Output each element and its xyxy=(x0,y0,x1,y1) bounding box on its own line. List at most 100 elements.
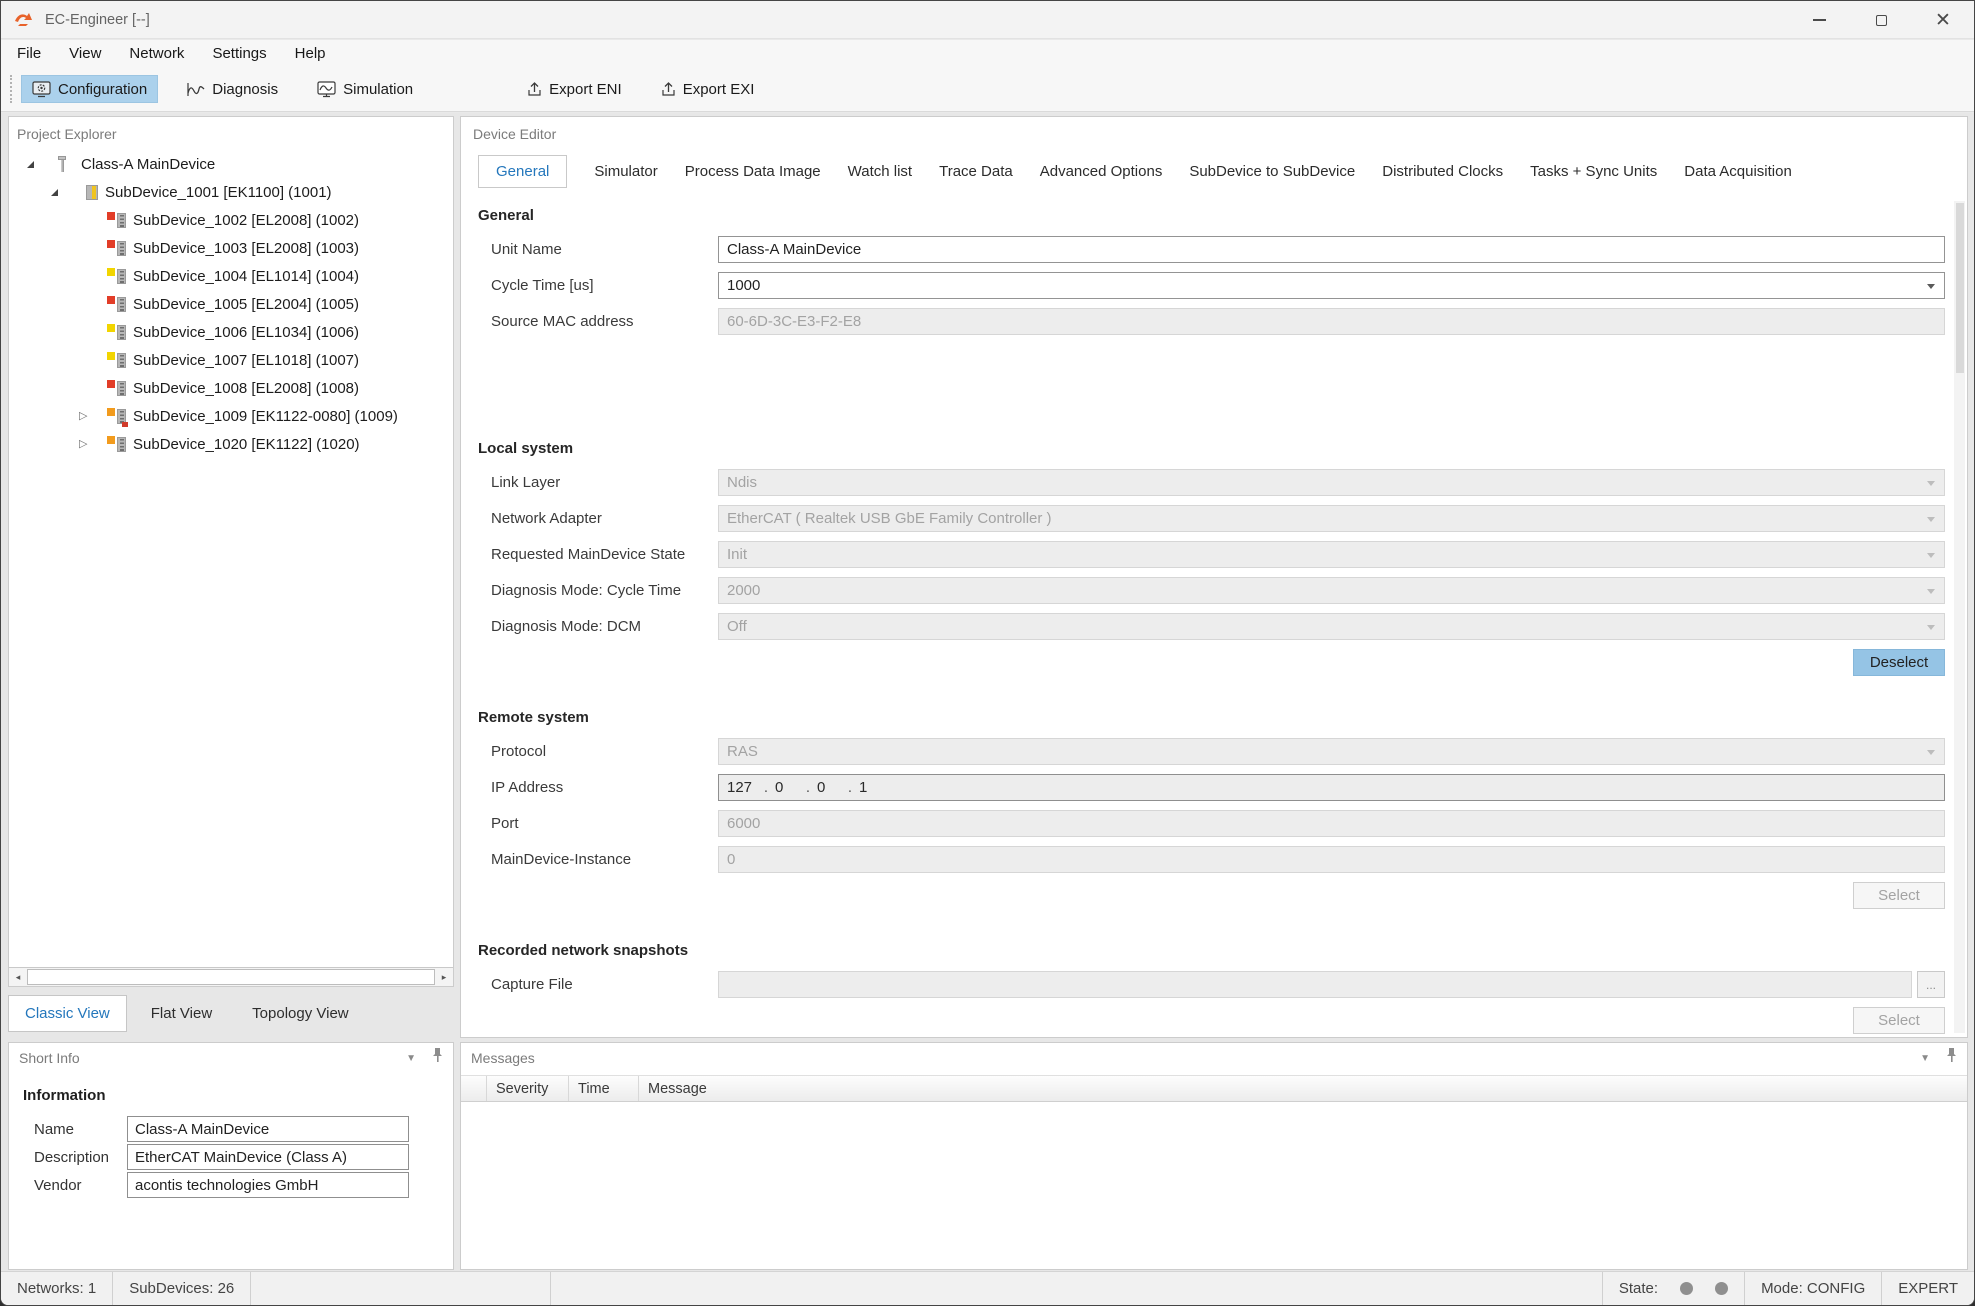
scroll-right-icon[interactable]: ▸ xyxy=(435,968,453,986)
port-input: 6000 xyxy=(718,810,1945,837)
deselect-button[interactable]: Deselect xyxy=(1853,649,1945,676)
editor-vertical-scrollbar[interactable] xyxy=(1954,201,1965,1033)
view-tab-topology-view[interactable]: Topology View xyxy=(236,996,364,1031)
browse-button[interactable]: ... xyxy=(1917,971,1945,998)
diagnosis-button[interactable]: Diagnosis xyxy=(175,75,289,103)
menu-network[interactable]: Network xyxy=(115,42,198,65)
tab-watch-list[interactable]: Watch list xyxy=(848,156,912,187)
simulation-icon xyxy=(317,81,336,98)
collapse-chevron-icon[interactable]: ▼ xyxy=(1920,1053,1930,1064)
info-row-name: NameClass-A MainDevice xyxy=(9,1115,453,1143)
junction-error-icon xyxy=(107,408,127,425)
diagnosis-mode-cycle-time-dropdown: 2000 xyxy=(718,577,1945,604)
tab-trace-data[interactable]: Trace Data xyxy=(939,156,1013,187)
tab-simulator[interactable]: Simulator xyxy=(594,156,657,187)
capture-file-input xyxy=(718,971,1912,998)
tree-item-subdevice-1009[interactable]: ▷SubDevice_1009 [EK1122-0080] (1009) xyxy=(9,402,453,430)
form-row-requested-maindevice-state: Requested MainDevice StateInit xyxy=(478,541,1945,568)
module-red-icon xyxy=(107,212,127,229)
coupler-icon xyxy=(79,184,99,201)
chevron-down-icon xyxy=(1927,589,1935,594)
form-row-diagnosis-mode-dcm: Diagnosis Mode: DCMOff xyxy=(478,613,1945,640)
info-value-vendor[interactable]: acontis technologies GmbH xyxy=(127,1172,409,1198)
messages-col-time[interactable]: Time xyxy=(569,1076,639,1101)
tab-subdevice-to-subdevice[interactable]: SubDevice to SubDevice xyxy=(1189,156,1355,187)
source-mac-address-input: 60-6D-3C-E3-F2-E8 xyxy=(718,308,1945,335)
tree-item-subdevice-1008[interactable]: SubDevice_1008 [EL2008] (1008) xyxy=(9,374,453,402)
unit-name-input[interactable]: Class-A MainDevice xyxy=(718,236,1945,263)
scrollbar-thumb[interactable] xyxy=(27,969,435,985)
junction-icon xyxy=(107,436,127,453)
messages-col-severity[interactable]: Severity xyxy=(487,1076,569,1101)
tree-item-subdevice-1001[interactable]: SubDevice_1001 [EK1100] (1001) xyxy=(9,178,453,206)
tree-item-subdevice-1003[interactable]: SubDevice_1003 [EL2008] (1003) xyxy=(9,234,453,262)
simulation-label: Simulation xyxy=(343,81,413,98)
toolbar-grip[interactable] xyxy=(10,75,13,103)
status-networks: Networks: 1 xyxy=(1,1272,113,1305)
pin-icon[interactable] xyxy=(1946,1048,1957,1068)
tab-data-acquisition[interactable]: Data Acquisition xyxy=(1684,156,1792,187)
scrollbar-thumb[interactable] xyxy=(1956,203,1964,373)
state-label: State: xyxy=(1619,1280,1658,1297)
tree-expanded-icon[interactable] xyxy=(51,189,58,196)
ip-octet[interactable]: 1 xyxy=(859,779,883,796)
tree-item-class-a[interactable]: Class-A MainDevice xyxy=(9,150,453,178)
chevron-down-icon xyxy=(1927,625,1935,630)
ip-octet[interactable]: 127 xyxy=(727,779,757,796)
menu-file[interactable]: File xyxy=(3,42,55,65)
field-label: Requested MainDevice State xyxy=(478,546,718,563)
short-info-panel: Short Info ▼ Information NameClass-A Mai… xyxy=(8,1042,454,1270)
app-window: EC-Engineer [--] ✕ FileViewNetworkSettin… xyxy=(0,0,1975,1306)
tab-process-data-image[interactable]: Process Data Image xyxy=(685,156,821,187)
form-row-unit-name: Unit NameClass-A MainDevice xyxy=(478,236,1945,263)
messages-col-message[interactable]: Message xyxy=(639,1076,1967,1101)
ip-address-input[interactable]: 127.0.0.1 xyxy=(718,774,1945,801)
field-label: IP Address xyxy=(478,779,718,796)
tree-collapsed-icon[interactable]: ▷ xyxy=(79,411,87,422)
tree-item-label: SubDevice_1001 [EK1100] (1001) xyxy=(105,184,332,201)
minimize-button[interactable] xyxy=(1788,1,1850,39)
tree-item-subdevice-1002[interactable]: SubDevice_1002 [EL2008] (1002) xyxy=(9,206,453,234)
pin-icon[interactable] xyxy=(432,1048,443,1068)
export-exi-button[interactable]: Export EXI xyxy=(650,75,766,103)
tree-item-subdevice-1007[interactable]: SubDevice_1007 [EL1018] (1007) xyxy=(9,346,453,374)
ip-octet[interactable]: 0 xyxy=(817,779,841,796)
tree-item-subdevice-1005[interactable]: SubDevice_1005 [EL2004] (1005) xyxy=(9,290,453,318)
ip-octet[interactable]: 0 xyxy=(775,779,799,796)
tab-distributed-clocks[interactable]: Distributed Clocks xyxy=(1382,156,1503,187)
select-button[interactable]: Select xyxy=(1853,882,1945,909)
tab-advanced-options[interactable]: Advanced Options xyxy=(1040,156,1163,187)
menu-settings[interactable]: Settings xyxy=(198,42,280,65)
info-value-name[interactable]: Class-A MainDevice xyxy=(127,1116,409,1142)
tree-item-subdevice-1020[interactable]: ▷SubDevice_1020 [EK1122] (1020) xyxy=(9,430,453,458)
view-tab-classic-view[interactable]: Classic View xyxy=(8,995,127,1032)
menu-help[interactable]: Help xyxy=(281,42,340,65)
tree-expanded-icon[interactable] xyxy=(27,161,34,168)
tree-item-subdevice-1004[interactable]: SubDevice_1004 [EL1014] (1004) xyxy=(9,262,453,290)
tab-tasks-sync-units[interactable]: Tasks + Sync Units xyxy=(1530,156,1657,187)
collapse-chevron-icon[interactable]: ▼ xyxy=(406,1053,416,1064)
maximize-button[interactable] xyxy=(1850,1,1912,39)
select-button[interactable]: Select xyxy=(1853,1007,1945,1034)
configuration-button[interactable]: Configuration xyxy=(21,75,158,103)
field-label: Network Adapter xyxy=(478,510,718,527)
information-heading: Information xyxy=(23,1087,106,1104)
tab-general[interactable]: General xyxy=(478,155,567,188)
view-tab-flat-view[interactable]: Flat View xyxy=(135,996,228,1031)
diagnosis-mode-dcm-dropdown: Off xyxy=(718,613,1945,640)
menu-view[interactable]: View xyxy=(55,42,115,65)
close-button[interactable]: ✕ xyxy=(1912,1,1974,39)
toolbar: Configuration Diagnosis Simulation Export … xyxy=(1,67,1974,112)
network-adapter-dropdown: EtherCAT ( Realtek USB GbE Family Contro… xyxy=(718,505,1945,532)
tree-collapsed-icon[interactable]: ▷ xyxy=(79,439,87,450)
tree-horizontal-scrollbar[interactable]: ◂ ▸ xyxy=(9,967,453,986)
tree-item-subdevice-1006[interactable]: SubDevice_1006 [EL1034] (1006) xyxy=(9,318,453,346)
info-value-description[interactable]: EtherCAT MainDevice (Class A) xyxy=(127,1144,409,1170)
simulation-button[interactable]: Simulation xyxy=(306,75,424,103)
scroll-left-icon[interactable]: ◂ xyxy=(9,968,27,986)
export-eni-button[interactable]: Export ENI xyxy=(516,75,633,103)
status-expert[interactable]: EXPERT xyxy=(1881,1272,1974,1305)
module-red-icon xyxy=(107,380,127,397)
status-mode: Mode: CONFIG xyxy=(1744,1272,1881,1305)
cycle-time-us-dropdown[interactable]: 1000 xyxy=(718,272,1945,299)
